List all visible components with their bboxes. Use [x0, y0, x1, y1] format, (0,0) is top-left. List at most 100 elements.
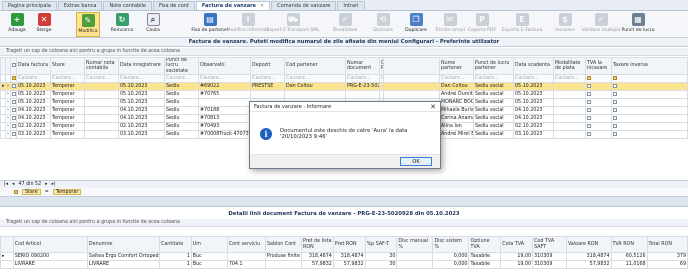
checkbox[interactable] [12, 91, 16, 96]
column-header[interactable]: Cont serviciu [226, 236, 266, 253]
column-header[interactable]: Disc manual % [396, 236, 434, 253]
panel-splitter[interactable] [0, 197, 688, 207]
column-header[interactable]: Cota TVA [500, 236, 534, 253]
column-header[interactable]: Numar document [345, 57, 380, 75]
column-header[interactable]: Stare [50, 57, 85, 75]
work-point-button[interactable]: ▦ Punct de lucru [622, 12, 655, 37]
tab-item[interactable]: Pagina principala [2, 1, 57, 10]
column-header[interactable]: Cod Articol [12, 236, 88, 253]
checkbox[interactable] [12, 99, 16, 104]
filter-cell[interactable]: Cautare... [345, 74, 380, 83]
column-header[interactable]: %p SAF-T [364, 236, 398, 253]
checkbox[interactable] [12, 123, 16, 128]
storno-button[interactable]: ⟲ Stornare [368, 12, 398, 37]
tab-item[interactable]: Fisa de cont [152, 1, 195, 10]
checkbox[interactable] [12, 107, 16, 112]
group-by-area[interactable]: Trageti un cap de coloana aici pentru a … [0, 48, 688, 56]
filter-cell[interactable]: Cautare... [84, 74, 119, 83]
column-header[interactable]: Data factura [16, 57, 51, 75]
filter-cell[interactable]: Cautare... [439, 74, 474, 83]
column-header[interactable]: Cod TVA SAFT [532, 236, 567, 253]
column-header[interactable]: Pret RON [332, 236, 366, 253]
column-header[interactable]: Numar nota contabila [84, 57, 119, 75]
search-button[interactable]: ⌕ Cauta [142, 12, 164, 37]
filter-checkbox[interactable] [587, 75, 591, 80]
checkbox[interactable] [613, 131, 617, 136]
tab-close-icon[interactable]: ✕ [260, 3, 264, 9]
checkbox[interactable] [587, 123, 591, 128]
checkbox[interactable] [613, 91, 617, 96]
checkbox[interactable] [613, 83, 617, 88]
column-header[interactable]: Cod partener [284, 57, 346, 75]
next-page-icon[interactable]: ▸ [45, 182, 47, 187]
checkbox[interactable] [613, 107, 617, 112]
column-header[interactable]: Cantitate [159, 236, 192, 253]
column-header[interactable]: TVA la incasare [585, 57, 612, 75]
export-efactura-button[interactable]: E Exporta E-Factura [502, 12, 542, 37]
delete-button[interactable]: ✕ Sterge [32, 12, 56, 37]
filter-cell[interactable]: Cautare... [513, 74, 554, 83]
send-email-button[interactable]: ✉ Trimite email [434, 12, 466, 37]
checkbox[interactable] [587, 107, 591, 112]
filter-cell[interactable] [611, 74, 688, 83]
column-header[interactable]: Sablon Cont [264, 236, 303, 253]
column-header[interactable]: Depozit [250, 57, 285, 75]
column-header[interactable]: Observatii [198, 57, 251, 75]
column-header[interactable]: Nume partener [439, 57, 474, 75]
column-header[interactable]: Valoare RON [565, 236, 612, 253]
add-button[interactable]: + Adauga [4, 12, 30, 37]
collect-payment-button[interactable]: $ Incasare [552, 12, 578, 37]
tva-incasare-cell[interactable] [585, 98, 612, 107]
taxare-inversa-cell[interactable] [611, 82, 688, 91]
filter-cell[interactable]: Cautare... [284, 74, 346, 83]
column-header[interactable]: Total RON [646, 236, 688, 253]
tva-incasare-cell[interactable] [585, 130, 612, 139]
checkbox[interactable] [587, 131, 591, 136]
filter-cell[interactable]: Cautare... [379, 74, 384, 83]
table-row[interactable]: ▸ SERIO 090200 Saltea Ergo Comfort Ortoped… [0, 252, 688, 261]
tva-incasare-cell[interactable] [585, 90, 612, 99]
tab-item[interactable]: Extras banca [57, 1, 103, 10]
row-checkbox[interactable] [10, 106, 17, 115]
first-page-icon[interactable]: |◂ [4, 182, 8, 187]
checkbox[interactable] [12, 115, 16, 120]
row-checkbox[interactable] [10, 130, 17, 139]
column-header[interactable]: Disc sistem % [432, 236, 470, 253]
row-checkbox[interactable] [10, 90, 17, 99]
reload-button[interactable]: ↻ Reincarca [108, 12, 136, 37]
filter-cell[interactable]: Cautare... [118, 74, 165, 83]
export-etransport-button[interactable]: ⛟ Export E-Transport SML [266, 12, 320, 37]
checkbox[interactable] [587, 115, 591, 120]
filter-checkbox[interactable] [613, 75, 617, 80]
taxare-inversa-cell[interactable] [611, 90, 688, 99]
prev-page-icon[interactable]: ◂ [12, 182, 14, 187]
filter-cell[interactable]: Cautare... [473, 74, 514, 83]
checkbox[interactable] [12, 131, 16, 136]
column-header[interactable]: Denumire [86, 236, 161, 253]
edit-button[interactable]: ✎ Modifica [76, 12, 100, 37]
tab-item[interactable]: Note contabile [103, 1, 152, 10]
column-header[interactable]: TVA RON [610, 236, 648, 253]
last-page-icon[interactable]: ▸| [52, 182, 56, 187]
filter-value-chip[interactable]: Temporar [52, 189, 82, 195]
filter-cell[interactable]: Cautare... [50, 74, 85, 83]
taxare-inversa-cell[interactable] [611, 114, 688, 123]
edit-info-button[interactable]: i Modifica informatii [227, 12, 269, 37]
column-header[interactable]: Modalitate de plata [553, 57, 586, 75]
filter-cell[interactable]: Cautare... [553, 74, 586, 83]
filter-cell[interactable] [585, 74, 612, 83]
multi-validate-button[interactable]: ✓ Validare multipla [582, 12, 620, 37]
checkbox[interactable] [613, 99, 617, 104]
column-header[interactable]: Um [190, 236, 228, 253]
filter-cell[interactable]: Cautare... [250, 74, 285, 83]
detail-group-by-area[interactable]: Trageti un cap de coloana aici pentru a … [0, 219, 688, 227]
column-header[interactable]: Pret de lista RON [301, 236, 334, 253]
column-header[interactable]: Optiune TVA [468, 236, 502, 253]
checkbox[interactable] [587, 83, 591, 88]
column-header[interactable]: Punct de lucru societate [164, 57, 199, 75]
tva-incasare-cell[interactable] [585, 106, 612, 115]
column-header[interactable]: Taxare inversa [611, 57, 688, 75]
taxare-inversa-cell[interactable] [611, 130, 688, 139]
filter-cell[interactable]: Cautare... [16, 74, 51, 83]
tab-item[interactable]: Comanda de vanzare [271, 1, 337, 10]
